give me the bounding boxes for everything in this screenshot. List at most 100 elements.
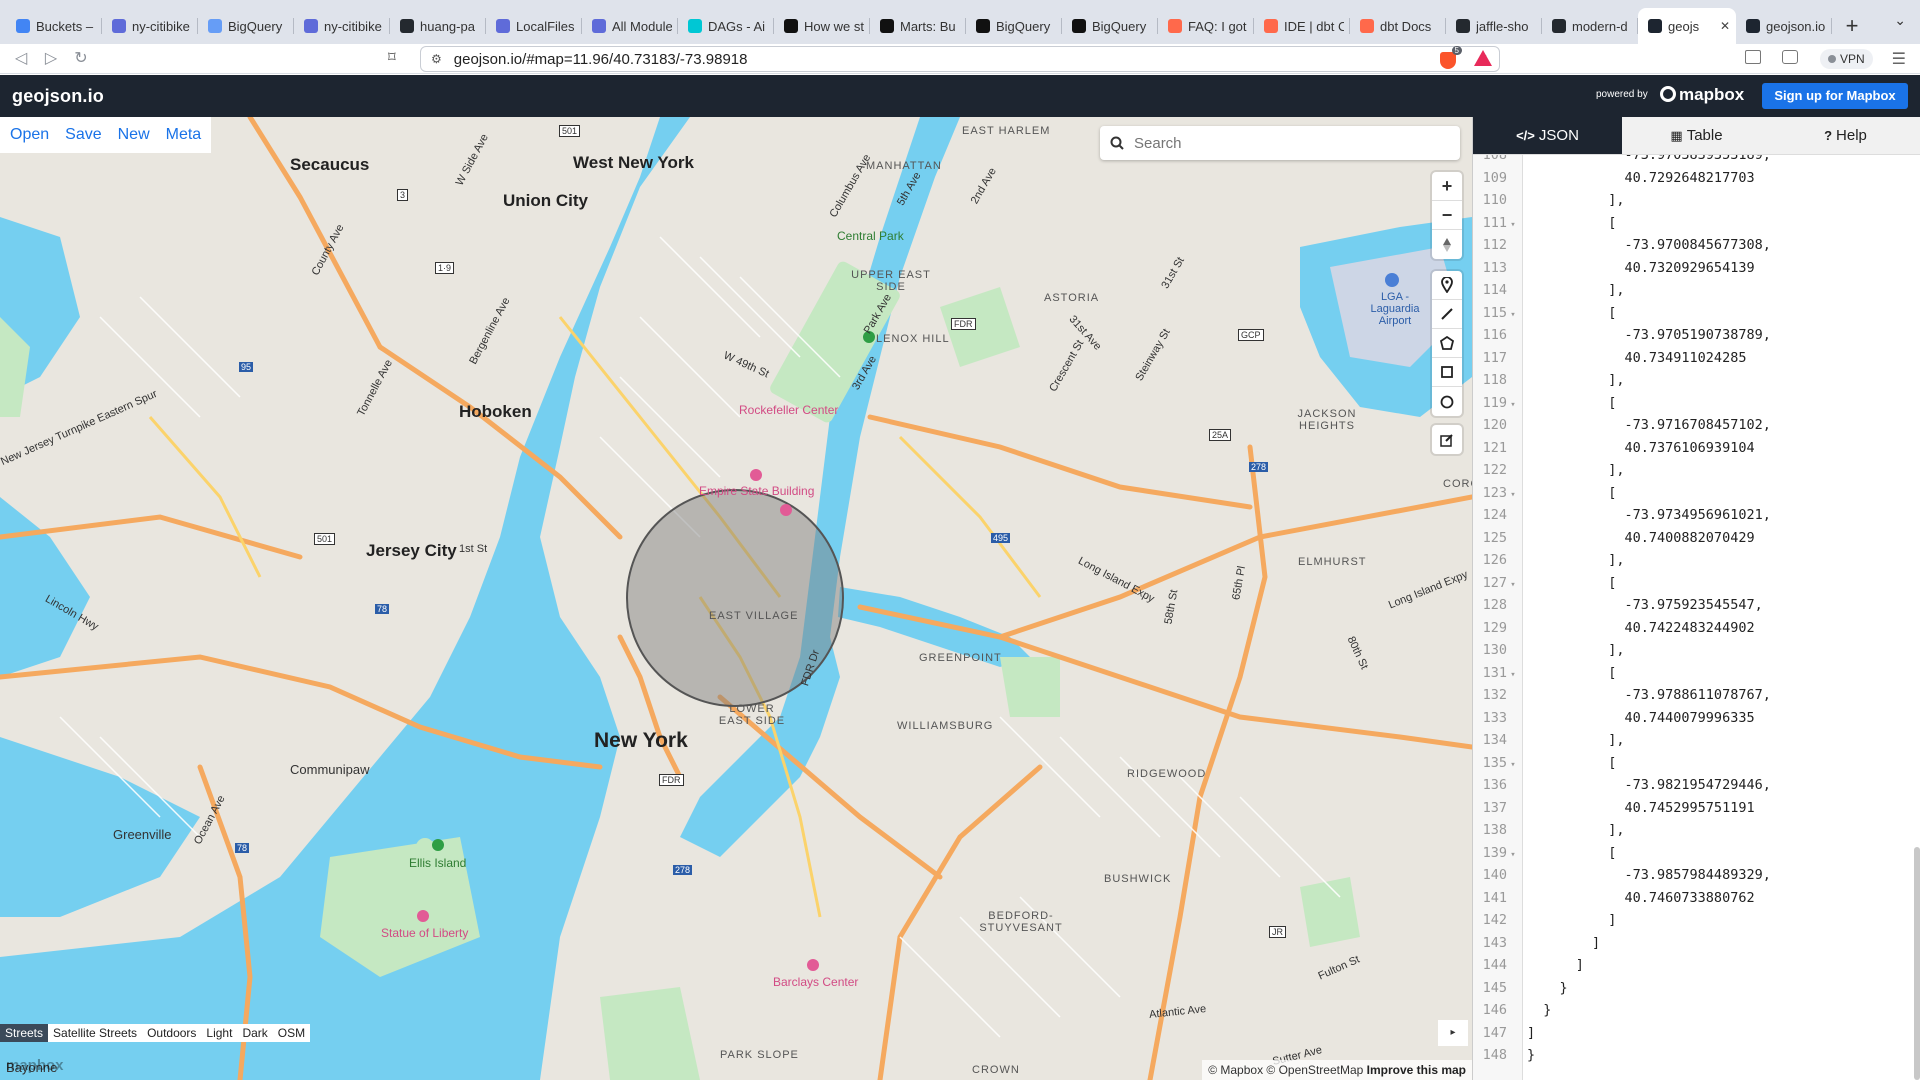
fold-arrow-icon[interactable]: ▾ <box>1507 664 1519 687</box>
site-info-icon[interactable]: ⚙ <box>431 52 442 66</box>
draw-polygon-button[interactable] <box>1432 329 1462 358</box>
file-menu-bar: Open Save New Meta <box>0 117 212 153</box>
code-text: -73.9700845677308, <box>1527 237 1771 253</box>
browser-tab-label: Buckets – <box>36 18 94 34</box>
label-west-new-york: West New York <box>573 153 694 172</box>
browser-tab[interactable]: BigQuery <box>966 8 1062 44</box>
bigquery-icon <box>208 19 222 33</box>
attribution-text[interactable]: © Mapbox © OpenStreetMap <box>1208 1063 1363 1077</box>
scrollbar-thumb[interactable] <box>1914 847 1920 1080</box>
shield-i78-1: 78 <box>375 604 390 614</box>
editor-scrollbar[interactable] <box>1913 155 1920 1080</box>
fold-arrow-icon[interactable]: ▾ <box>1507 394 1519 417</box>
tab-help[interactable]: ? Help <box>1771 117 1920 154</box>
menu-open[interactable]: Open <box>2 117 57 153</box>
browser-tab[interactable]: BigQuery <box>1062 8 1158 44</box>
collapse-panel-icon[interactable]: ▸ <box>1438 1020 1468 1046</box>
tab-table[interactable]: ▦ Table <box>1622 117 1771 154</box>
mapbox-watermark[interactable]: mapbox <box>6 1057 64 1074</box>
vpn-button[interactable]: VPN <box>1820 49 1873 69</box>
bookmark-icon[interactable]: ⌑ <box>388 48 396 66</box>
fold-arrow-icon[interactable]: ▾ <box>1507 844 1519 867</box>
app-title[interactable]: geojson.io <box>12 86 104 107</box>
fold-arrow-icon[interactable]: ▾ <box>1507 484 1519 507</box>
reload-icon[interactable]: ↻ <box>70 48 92 70</box>
browser-tab[interactable]: geojs ✕ <box>1638 8 1736 44</box>
brave-shields-icon[interactable]: 5 <box>1440 46 1462 69</box>
map-style-option[interactable]: Streets <box>0 1024 49 1042</box>
new-tab-button[interactable]: + <box>1832 8 1872 44</box>
map-style-option[interactable]: Satellite Streets <box>48 1024 142 1042</box>
tab-json[interactable]: </> JSON <box>1473 117 1622 154</box>
map-style-option[interactable]: Light <box>201 1024 237 1042</box>
line-number: 143 <box>1482 934 1507 951</box>
close-tab-icon[interactable]: ✕ <box>1720 19 1730 33</box>
menu-meta[interactable]: Meta <box>158 117 210 153</box>
code-line: 122 ], <box>1473 459 1920 482</box>
code-text: ] <box>1527 912 1617 928</box>
draw-circle-button[interactable] <box>1432 387 1462 416</box>
shield-i278-1: 278 <box>1249 462 1269 472</box>
draw-rectangle-button[interactable] <box>1432 358 1462 387</box>
fold-arrow-icon[interactable]: ▾ <box>1507 304 1519 327</box>
tab-search-icon[interactable]: ⌄ <box>1894 12 1906 29</box>
search-input[interactable] <box>1134 134 1434 152</box>
browser-tab[interactable]: huang-pa <box>390 8 486 44</box>
browser-tab[interactable]: LocalFiles <box>486 8 582 44</box>
draw-marker-button[interactable] <box>1432 271 1462 300</box>
edit-features-button[interactable] <box>1432 425 1462 454</box>
code-text: 40.7452995751191 <box>1527 799 1755 816</box>
compass-button[interactable] <box>1432 230 1462 259</box>
mapbox-logo[interactable]: mapbox <box>1660 85 1744 105</box>
back-icon[interactable]: ◁ <box>10 48 32 70</box>
browser-tab[interactable]: IDE | dbt C <box>1254 8 1350 44</box>
browser-tab[interactable]: All Module <box>582 8 678 44</box>
browser-tab[interactable]: dbt Docs <box>1350 8 1446 44</box>
improve-map-link[interactable]: Improve this map <box>1367 1063 1466 1077</box>
line-number: 124 <box>1482 507 1507 523</box>
map-canvas[interactable]: Secaucus Union City West New York Hoboke… <box>0 117 1472 1080</box>
menu-save[interactable]: Save <box>57 117 109 153</box>
fold-arrow-icon[interactable]: ▾ <box>1507 754 1519 777</box>
browser-tab[interactable]: Marts: Bu <box>870 8 966 44</box>
browser-toolbar: ◁ ▷ ↻ ⌑ ⚙ geojson.io/#map=11.96/40.73183… <box>0 44 1920 74</box>
browser-tab[interactable]: ny-citibike <box>294 8 390 44</box>
browser-tab[interactable]: DAGs - Ai <box>678 8 774 44</box>
browser-tab[interactable]: geojson.io <box>1736 8 1832 44</box>
menu-new[interactable]: New <box>110 117 158 153</box>
zoom-in-button[interactable]: + <box>1432 172 1462 201</box>
browser-tab[interactable]: FAQ: I got <box>1158 8 1254 44</box>
wallet-icon[interactable] <box>1782 50 1798 64</box>
code-text: } <box>1527 979 1568 996</box>
line-number: 126 <box>1482 552 1507 568</box>
line-number: 142 <box>1482 912 1507 928</box>
signup-button[interactable]: Sign up for Mapbox <box>1762 83 1908 109</box>
map-style-option[interactable]: Dark <box>237 1024 272 1042</box>
browser-menu-icon[interactable]: ☰ <box>1892 49 1906 69</box>
browser-tab[interactable]: ny-citibike <box>102 8 198 44</box>
code-line: 144 ] <box>1473 954 1920 977</box>
map-search[interactable] <box>1100 126 1460 160</box>
map-style-option[interactable]: Outdoors <box>142 1024 201 1042</box>
fold-arrow-icon[interactable]: ▾ <box>1507 574 1519 597</box>
browser-tab[interactable]: jaffle-sho <box>1446 8 1542 44</box>
browser-tab[interactable]: modern-d <box>1542 8 1638 44</box>
json-editor[interactable]: 108 -73.9703839353189, 109 40.72926482177… <box>1473 155 1920 1080</box>
sidebar-toggle-icon[interactable] <box>1745 50 1761 64</box>
label-bushwick: BUSHWICK <box>1104 873 1172 885</box>
forward-icon[interactable]: ▷ <box>40 48 62 70</box>
line-number: 123 <box>1482 484 1507 501</box>
brave-rewards-icon[interactable] <box>1474 50 1492 66</box>
code-text: 40.7320929654139 <box>1527 259 1755 276</box>
draw-line-button[interactable] <box>1432 300 1462 329</box>
url-text[interactable]: geojson.io/#map=11.96/40.73183/-73.98918 <box>454 51 748 68</box>
zoom-out-button[interactable]: − <box>1432 201 1462 230</box>
address-bar[interactable]: ⚙ geojson.io/#map=11.96/40.73183/-73.989… <box>420 46 1500 72</box>
browser-tab-label: geojs <box>1668 18 1700 34</box>
browser-tab[interactable]: Buckets – <box>6 8 102 44</box>
map-style-option[interactable]: OSM <box>273 1024 310 1042</box>
browser-tab[interactable]: How we st <box>774 8 870 44</box>
browser-tab[interactable]: BigQuery <box>198 8 294 44</box>
github-icon <box>1456 19 1470 33</box>
fold-arrow-icon[interactable]: ▾ <box>1507 214 1519 237</box>
